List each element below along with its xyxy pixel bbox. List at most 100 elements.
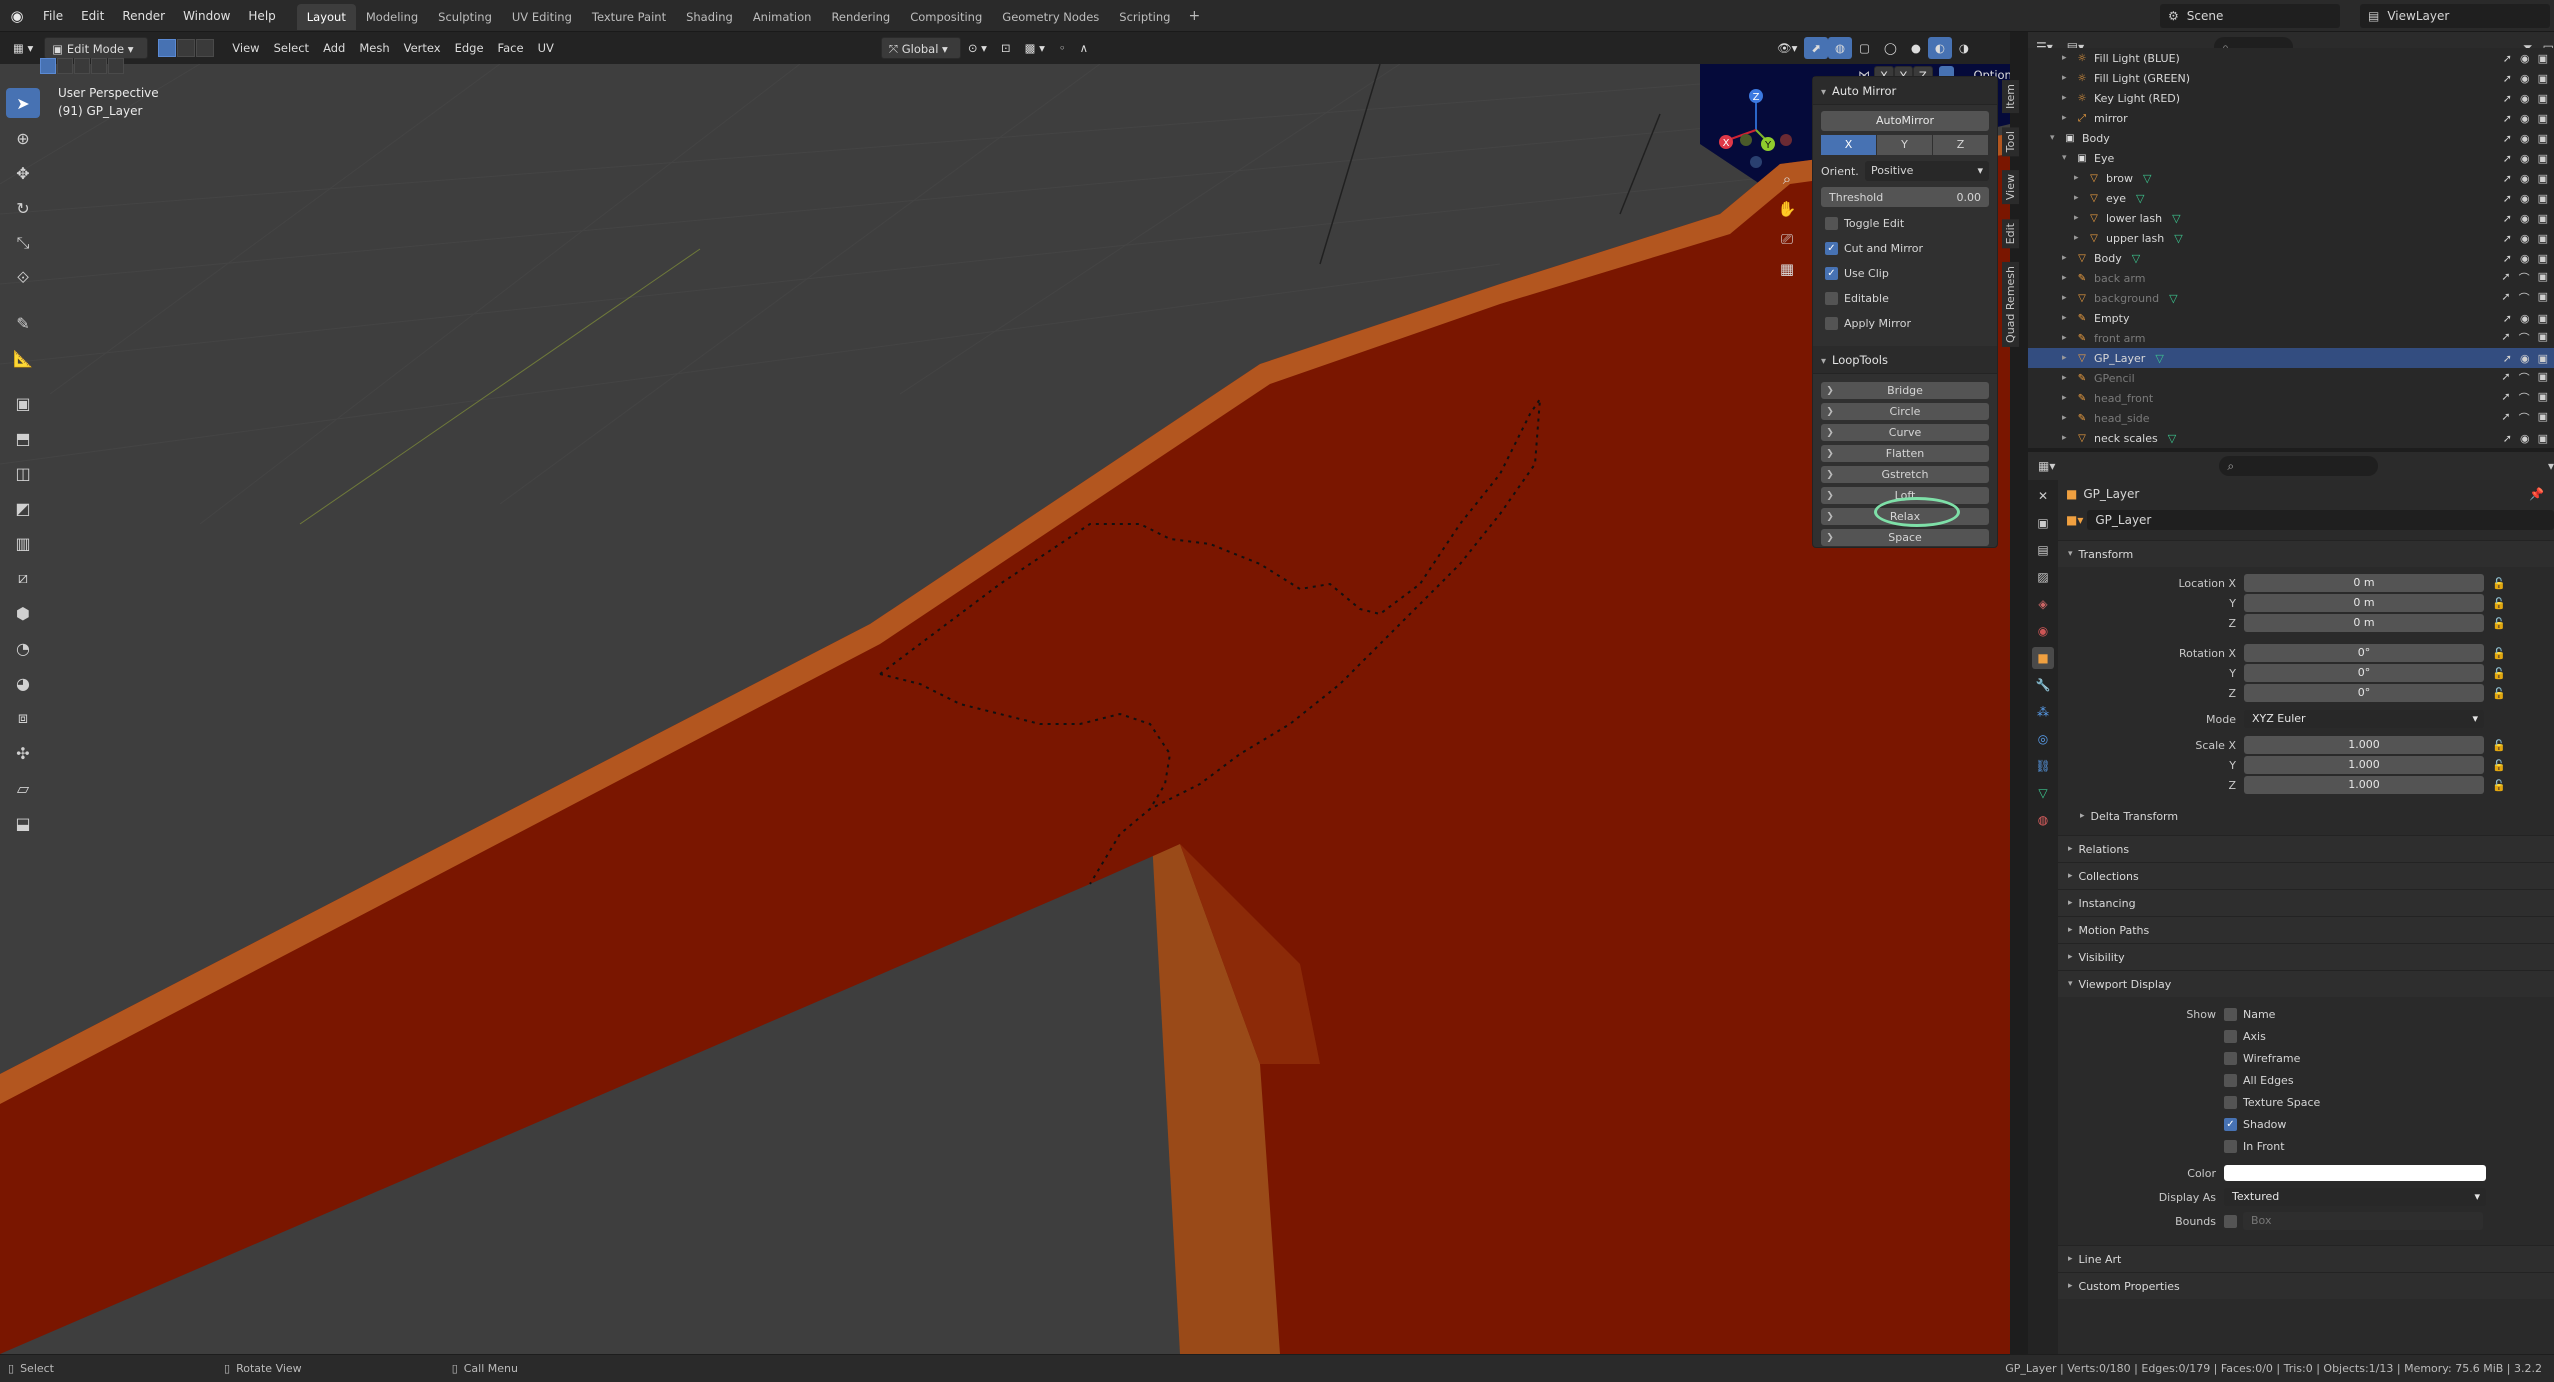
checkbox[interactable] xyxy=(2224,1029,2237,1043)
box-select-new[interactable] xyxy=(40,58,56,74)
eye-icon[interactable]: ◉ xyxy=(2520,232,2530,245)
tab-animation[interactable]: Animation xyxy=(743,4,822,30)
box-select-extend[interactable] xyxy=(57,58,73,74)
editor-type-button[interactable]: ▦ ▾ xyxy=(6,37,40,59)
shrink-fatten-tool-icon[interactable]: ✣ xyxy=(6,738,40,768)
expand-arrow-icon[interactable]: ▸ xyxy=(2062,53,2072,63)
menu-view[interactable]: View xyxy=(225,37,266,59)
camera-icon[interactable]: ▣ xyxy=(2538,192,2548,205)
expand-arrow-icon[interactable]: ▸ xyxy=(2062,253,2072,263)
ortho-grid-icon[interactable]: ▦ xyxy=(1776,260,1798,290)
camera-icon[interactable]: ▣ xyxy=(2538,330,2548,346)
eye-icon[interactable]: ◉ xyxy=(2520,172,2530,185)
checkbox[interactable]: ✓ xyxy=(2224,1117,2237,1131)
camera-icon[interactable]: ▣ xyxy=(2538,270,2548,286)
eye-icon[interactable]: ◉ xyxy=(2520,52,2530,65)
expand-arrow-icon[interactable]: ▸ xyxy=(2074,193,2084,203)
axis-z-button[interactable]: Z xyxy=(1933,135,1988,155)
tab-layout[interactable]: Layout xyxy=(296,4,356,30)
outliner-row[interactable]: ▸ ☼ Key Light (RED) ➚ ◉ ▣ xyxy=(2028,88,2554,108)
eye-icon[interactable]: ◉ xyxy=(2520,432,2530,445)
expand-arrow-icon[interactable]: ▸ xyxy=(2074,233,2084,243)
section-motion-paths[interactable]: ▸ Motion Paths xyxy=(2058,916,2554,943)
pan-hand-icon[interactable]: ✋ xyxy=(1776,200,1798,230)
select-arrow-icon[interactable]: ➚ xyxy=(2503,212,2512,225)
annotate-tool-icon[interactable]: ✎ xyxy=(6,308,40,338)
rotate-tool-icon[interactable]: ↻ xyxy=(6,193,40,223)
solid-shading[interactable]: ● xyxy=(1904,37,1928,59)
lock-icon[interactable]: 🔓 xyxy=(2492,779,2506,792)
outliner-row[interactable]: ▸ ☼ Fill Light (GREEN) ➚ ◉ ▣ xyxy=(2028,68,2554,88)
display-check-shadow[interactable]: ✓ Shadow xyxy=(2058,1113,2554,1135)
orient-dropdown[interactable]: Positive ▾ xyxy=(1865,161,1989,181)
object-type-icon[interactable]: ■▾ xyxy=(2066,513,2083,527)
menu-window[interactable]: Window xyxy=(174,0,239,32)
pivot-point-button[interactable]: ⊙ ▾ xyxy=(961,37,994,59)
eye-icon[interactable]: ◉ xyxy=(2520,352,2530,365)
expand-arrow-icon[interactable]: ▸ xyxy=(2062,393,2072,403)
eye-icon[interactable]: ◉ xyxy=(2520,212,2530,225)
menu-add[interactable]: Add xyxy=(316,37,352,59)
sidebar-tab-view[interactable]: View xyxy=(2002,170,2019,205)
inset-tool-icon[interactable]: ◫ xyxy=(6,458,40,488)
tab-rendering[interactable]: Rendering xyxy=(821,4,900,30)
select-arrow-icon[interactable]: ➚ xyxy=(2503,432,2512,445)
tab-shading[interactable]: Shading xyxy=(676,4,743,30)
box-select-invert[interactable] xyxy=(91,58,107,74)
menu-face[interactable]: Face xyxy=(491,37,531,59)
snap-toggle[interactable]: ⊡ xyxy=(994,37,1018,59)
scene-tab-icon[interactable]: ◈ xyxy=(2032,593,2054,615)
outliner-row[interactable]: ▾ ▣ Eye ➚ ◉ ▣ xyxy=(2028,148,2554,168)
eye-icon[interactable]: ◉ xyxy=(2520,152,2530,165)
checkbox[interactable] xyxy=(2224,1007,2237,1021)
outliner-row[interactable]: ▸ ✎ front arm ➚ ⌒ ▣ xyxy=(2028,328,2554,348)
scale-z-field[interactable]: 1.000 xyxy=(2244,776,2484,794)
expand-arrow-icon[interactable]: ▾ xyxy=(2050,133,2060,143)
menu-render[interactable]: Render xyxy=(113,0,174,32)
outliner-row[interactable]: ▸ ▽ upper lash ▽ ➚ ◉ ▣ xyxy=(2028,228,2554,248)
properties-editor-icon[interactable]: ▦▾ xyxy=(2038,459,2055,473)
display-check-wireframe[interactable]: Wireframe xyxy=(2058,1047,2554,1069)
outliner-row[interactable]: ▸ ▽ background ▽ ➚ ⌒ ▣ xyxy=(2028,288,2554,308)
select-arrow-icon[interactable]: ➚ xyxy=(2503,252,2512,265)
checkbox[interactable]: ✓ xyxy=(1825,266,1838,280)
pin-icon[interactable]: 📌 xyxy=(2529,487,2544,501)
menu-select[interactable]: Select xyxy=(267,37,316,59)
display-check-axis[interactable]: Axis xyxy=(2058,1025,2554,1047)
outliner-row[interactable]: ▸ ▽ lower lash ▽ ➚ ◉ ▣ xyxy=(2028,208,2554,228)
checkbox[interactable] xyxy=(2224,1073,2237,1087)
face-select-mode[interactable] xyxy=(196,39,215,57)
constraints-tab-icon[interactable]: ⛓ xyxy=(2032,755,2054,777)
tab-texture-paint[interactable]: Texture Paint xyxy=(582,4,676,30)
scale-y-field[interactable]: 1.000 xyxy=(2244,756,2484,774)
menu-vertex[interactable]: Vertex xyxy=(397,37,448,59)
expand-arrow-icon[interactable]: ▸ xyxy=(2062,293,2072,303)
material-tab-icon[interactable]: ◍ xyxy=(2032,809,2054,831)
modifier-tab-icon[interactable]: 🔧 xyxy=(2032,674,2054,696)
scale-tool-icon[interactable]: ⤡ xyxy=(6,228,40,258)
shear-tool-icon[interactable]: ▱ xyxy=(6,773,40,803)
eye-icon[interactable]: ⌒ xyxy=(2519,290,2530,306)
section-collections[interactable]: ▸ Collections xyxy=(2058,862,2554,889)
blender-logo-icon[interactable]: ◉ xyxy=(0,7,34,25)
eye-icon[interactable]: ◉ xyxy=(2520,112,2530,125)
rotation-x-field[interactable]: 0° xyxy=(2244,644,2484,662)
section-relations[interactable]: ▸ Relations xyxy=(2058,835,2554,862)
menu-help[interactable]: Help xyxy=(239,0,284,32)
select-arrow-icon[interactable]: ➚ xyxy=(2501,270,2510,286)
box-select-subtract[interactable] xyxy=(74,58,90,74)
move-tool-icon[interactable]: ✥ xyxy=(6,158,40,188)
lock-icon[interactable]: 🔓 xyxy=(2492,759,2506,772)
select-arrow-icon[interactable]: ➚ xyxy=(2503,52,2512,65)
camera-icon[interactable]: ▣ xyxy=(2538,352,2548,365)
lock-icon[interactable]: 🔓 xyxy=(2492,739,2506,752)
outliner-row[interactable]: ▾ ▣ Body ➚ ◉ ▣ xyxy=(2028,128,2554,148)
view-layer-selector[interactable]: ▤ ViewLayer xyxy=(2360,4,2550,28)
edge-select-mode[interactable] xyxy=(177,39,196,57)
data-tab-icon[interactable]: ▽ xyxy=(2032,782,2054,804)
options-chevron-icon[interactable]: ▾ xyxy=(2548,459,2554,473)
looptools-circle-button[interactable]: ❯ Circle xyxy=(1821,403,1989,420)
tab-uv-editing[interactable]: UV Editing xyxy=(502,4,582,30)
view-layer-tab-icon[interactable]: ▨ xyxy=(2032,566,2054,588)
bounds-dropdown[interactable]: Box xyxy=(2243,1212,2483,1230)
